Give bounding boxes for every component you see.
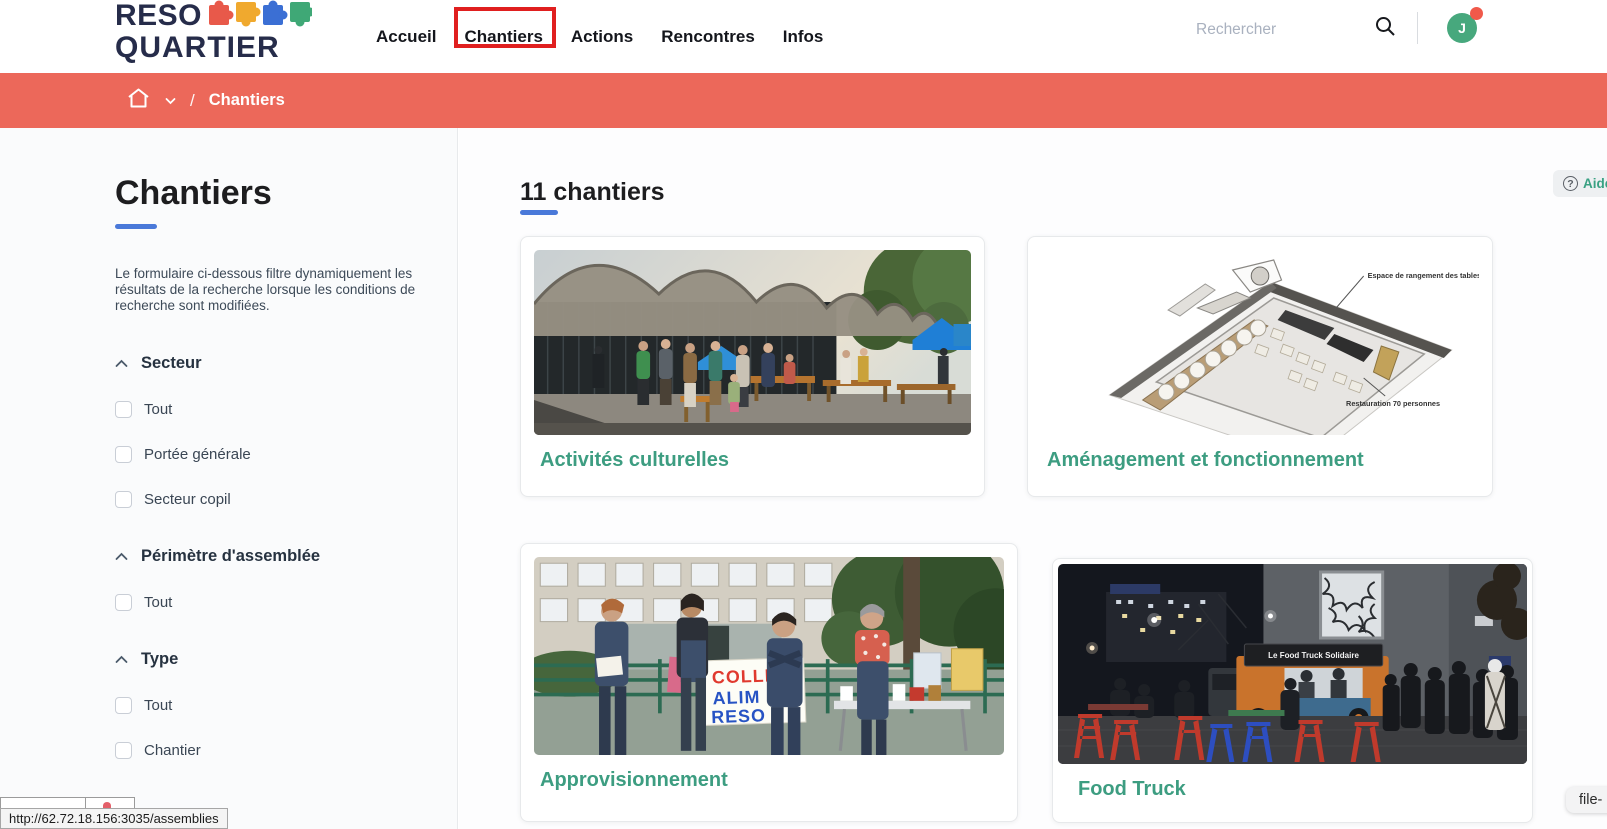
drag-ghost-label: file-: [1566, 787, 1607, 813]
home-icon[interactable]: [126, 86, 151, 115]
chevron-down-icon[interactable]: [165, 92, 176, 110]
breadcrumb: / Chantiers: [126, 73, 285, 128]
filter-header-secteur[interactable]: Secteur: [115, 354, 417, 373]
help-label: Aide: [1583, 176, 1607, 191]
filter-option-portee-generale[interactable]: Portée générale: [115, 446, 417, 463]
assembly-card-approvisionnement[interactable]: COLLE ALIM RESO: [520, 543, 1018, 822]
checkbox[interactable]: [115, 491, 132, 508]
puzzle-pieces-icon: [208, 0, 312, 33]
status-bar-url: http://62.72.18.156:3035/assemblies: [0, 808, 228, 829]
checkbox[interactable]: [115, 401, 132, 418]
results-count-heading: 11 chantiers: [520, 178, 665, 207]
nav-item-accueil[interactable]: Accueil: [376, 27, 436, 47]
filter-option-tout[interactable]: Tout: [115, 594, 417, 611]
filter-option-tout[interactable]: Tout: [115, 697, 417, 714]
chevron-up-icon: [115, 359, 128, 368]
floorplan-annotation-top: Espace de rangement des tables: [1368, 271, 1479, 280]
notification-dot: [1470, 7, 1483, 20]
search-icon[interactable]: [1373, 14, 1397, 43]
page-title: Chantiers: [115, 174, 417, 213]
breadcrumb-bar: / Chantiers: [0, 73, 1607, 128]
breadcrumb-current: Chantiers: [209, 91, 285, 110]
header-divider: [1417, 12, 1418, 44]
main-nav: Accueil Chantiers Actions Rencontres Inf…: [376, 0, 823, 73]
checkbox[interactable]: [115, 697, 132, 714]
top-header: RESO QUARTIER Accueil Chantiers Actions …: [0, 0, 1607, 73]
food-collection-team-photo: COLLE ALIM RESO: [534, 557, 1004, 755]
drag-ghost-text: file-: [1579, 792, 1602, 808]
filter-option-tout[interactable]: Tout: [115, 401, 417, 418]
food-truck-sign-text: Le Food Truck Solidaire: [1268, 651, 1359, 660]
filter-title: Type: [141, 650, 178, 669]
search-input[interactable]: [1196, 17, 1361, 43]
help-button[interactable]: ? Aide: [1553, 170, 1607, 197]
nav-item-chantiers[interactable]: Chantiers: [464, 27, 542, 47]
filter-option-secteur-copil[interactable]: Secteur copil: [115, 491, 417, 508]
results-area: 11 chantiers ? Aide: [459, 128, 1607, 829]
night-food-truck-photo: Le Food Truck Solidaire: [1058, 564, 1527, 764]
logo-text-line1: RESO: [115, 1, 202, 30]
site-logo[interactable]: RESO QUARTIER: [115, 0, 312, 63]
question-circle-icon: ?: [1563, 176, 1578, 191]
filter-group-perimetre: Périmètre d'assemblée Tout: [115, 547, 417, 611]
card-title[interactable]: Food Truck: [1078, 778, 1527, 801]
filter-header-type[interactable]: Type: [115, 650, 417, 669]
breadcrumb-separator: /: [190, 91, 195, 111]
floorplan-annotation-bottom: Restauration 70 personnes: [1346, 399, 1440, 408]
checkbox[interactable]: [115, 446, 132, 463]
card-title[interactable]: Activités culturelles: [540, 449, 971, 472]
card-title[interactable]: Aménagement et fonctionnement: [1047, 449, 1479, 472]
checkbox[interactable]: [115, 594, 132, 611]
outdoor-cultural-event-photo: [534, 250, 971, 435]
title-accent-underline: [115, 224, 157, 229]
filter-group-secteur: Secteur Tout Portée générale Secteur cop…: [115, 354, 417, 508]
filter-title: Périmètre d'assemblée: [141, 547, 320, 566]
banner-text-line3: RESO: [711, 705, 766, 727]
avatar-initial: J: [1458, 20, 1466, 36]
logo-text-line2: QUARTIER: [115, 33, 312, 62]
chevron-up-icon: [115, 655, 128, 664]
nav-item-rencontres[interactable]: Rencontres: [661, 27, 755, 47]
filter-header-perimetre[interactable]: Périmètre d'assemblée: [115, 547, 417, 566]
filter-description: Le formulaire ci-dessous filtre dynamiqu…: [115, 266, 417, 315]
assembly-card-activites-culturelles[interactable]: Activités culturelles: [520, 236, 985, 497]
assembly-card-amenagement[interactable]: Espace de rangement des tables Restaurat…: [1027, 236, 1493, 497]
chevron-up-icon: [115, 552, 128, 561]
nav-item-infos[interactable]: Infos: [783, 27, 824, 47]
results-accent-underline: [520, 210, 558, 215]
isometric-floorplan-drawing: Espace de rangement des tables Restaurat…: [1041, 250, 1479, 435]
nav-item-actions[interactable]: Actions: [571, 27, 633, 47]
filter-title: Secteur: [141, 354, 202, 373]
card-title[interactable]: Approvisionnement: [540, 769, 1004, 792]
filter-option-chantier[interactable]: Chantier: [115, 742, 417, 759]
assembly-card-food-truck[interactable]: Le Food Truck Solidaire: [1052, 558, 1533, 823]
filters-sidebar: Chantiers Le formulaire ci-dessous filtr…: [0, 128, 458, 829]
checkbox[interactable]: [115, 742, 132, 759]
filter-group-type: Type Tout Chantier: [115, 650, 417, 759]
